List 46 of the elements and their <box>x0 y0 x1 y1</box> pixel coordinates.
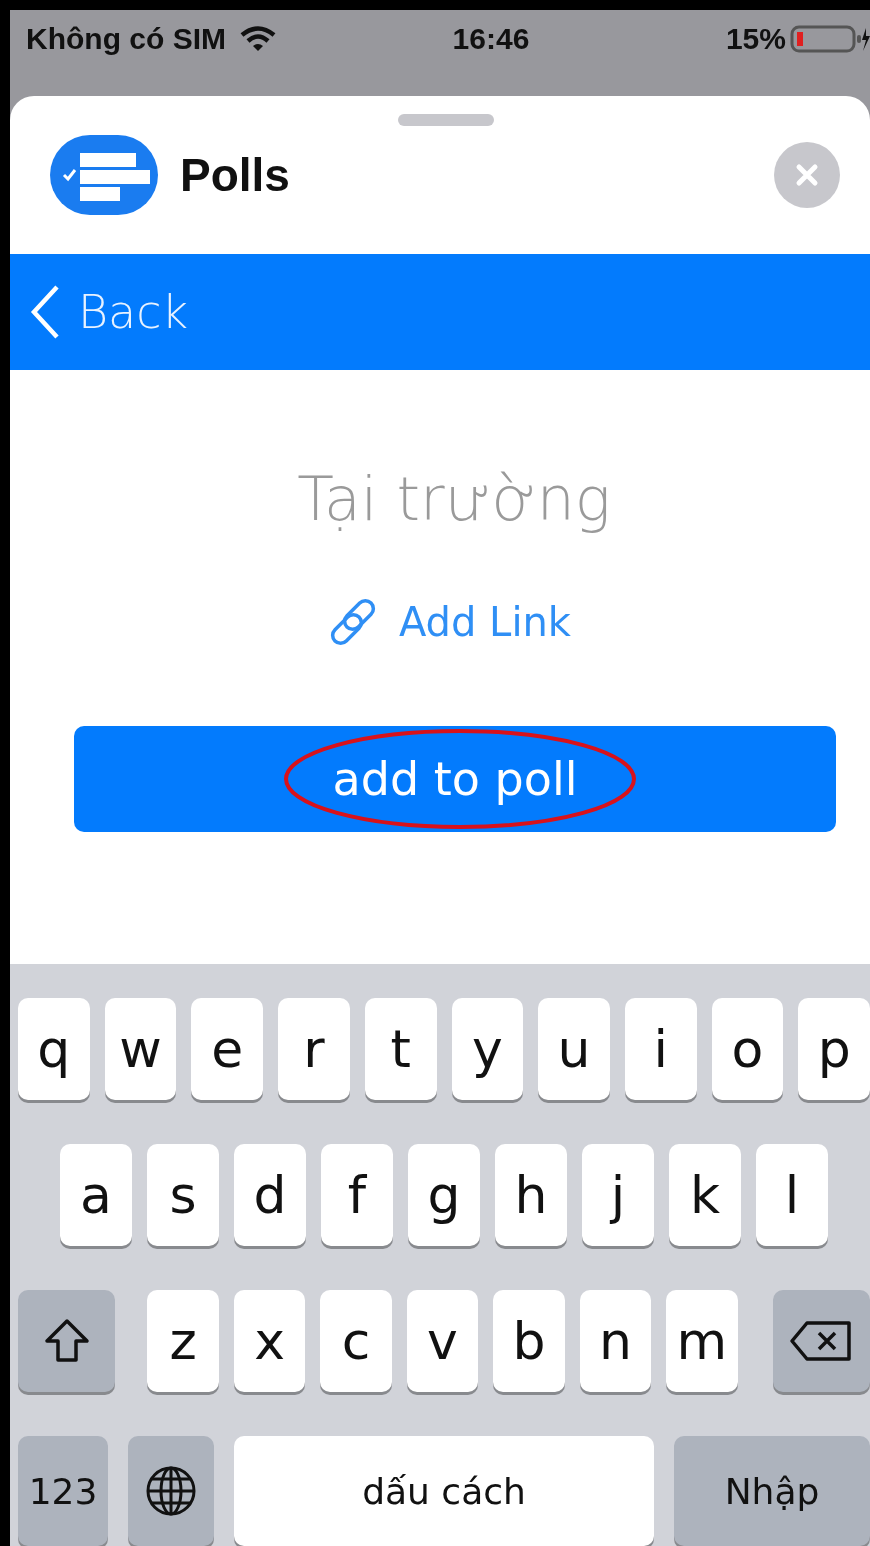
carrier-text: Không có SIM <box>26 22 226 56</box>
shift-key[interactable] <box>18 1290 116 1392</box>
keyboard-key[interactable]: p <box>798 998 870 1100</box>
keyboard-key[interactable]: u <box>538 998 610 1100</box>
shift-arrow-icon <box>43 1318 90 1364</box>
keyboard-key[interactable]: y <box>451 998 524 1100</box>
back-button[interactable]: Back <box>30 284 189 340</box>
keyboard-key[interactable]: m <box>666 1290 738 1392</box>
globe-icon <box>144 1464 198 1518</box>
wifi-icon <box>240 26 276 52</box>
keyboard-key[interactable]: r <box>278 998 350 1100</box>
keyboard-key[interactable]: w <box>104 998 177 1100</box>
backspace-icon <box>789 1320 854 1362</box>
return-key[interactable]: Nhập <box>674 1436 870 1546</box>
chevron-left-icon <box>30 284 60 340</box>
keyboard-key[interactable]: s <box>147 1144 219 1246</box>
add-to-poll-button[interactable]: add to poll <box>74 726 836 832</box>
keyboard-key[interactable]: a <box>60 1144 132 1246</box>
keyboard-key[interactable]: l <box>756 1144 828 1246</box>
keyboard-key[interactable]: x <box>233 1290 306 1392</box>
keyboard-key[interactable]: c <box>320 1290 392 1392</box>
space-key[interactable]: dấu cách <box>234 1436 654 1546</box>
keyboard-key[interactable]: i <box>624 998 697 1100</box>
keyboard-key[interactable]: o <box>711 998 784 1100</box>
keyboard-key[interactable]: z <box>147 1290 219 1392</box>
keyboard-key[interactable]: j <box>582 1144 654 1246</box>
keyboard-key[interactable]: t <box>364 998 437 1100</box>
keyboard-key[interactable]: n <box>579 1290 652 1392</box>
keyboard-key[interactable]: q <box>18 998 90 1100</box>
battery-percent: 15% <box>725 22 786 56</box>
poll-option-text: Tại trường <box>297 464 611 534</box>
battery-charging-icon <box>790 24 870 54</box>
keyboard-key[interactable]: k <box>669 1144 741 1246</box>
backspace-key[interactable] <box>772 1290 870 1392</box>
keyboard-key[interactable]: d <box>234 1144 306 1246</box>
keyboard-key[interactable]: v <box>406 1290 479 1392</box>
sheet-title: Polls <box>180 148 291 202</box>
keyboard-key[interactable]: h <box>495 1144 567 1246</box>
keyboard-key[interactable]: g <box>408 1144 480 1246</box>
keyboard-key[interactable]: b <box>493 1290 565 1392</box>
clock-time: 16:46 <box>452 22 530 56</box>
keyboard-key[interactable]: e <box>191 998 264 1100</box>
keyboard-key[interactable]: f <box>321 1144 393 1246</box>
globe-key[interactable] <box>128 1436 214 1546</box>
numbers-key[interactable]: 123 <box>18 1436 108 1546</box>
close-icon <box>795 163 819 187</box>
